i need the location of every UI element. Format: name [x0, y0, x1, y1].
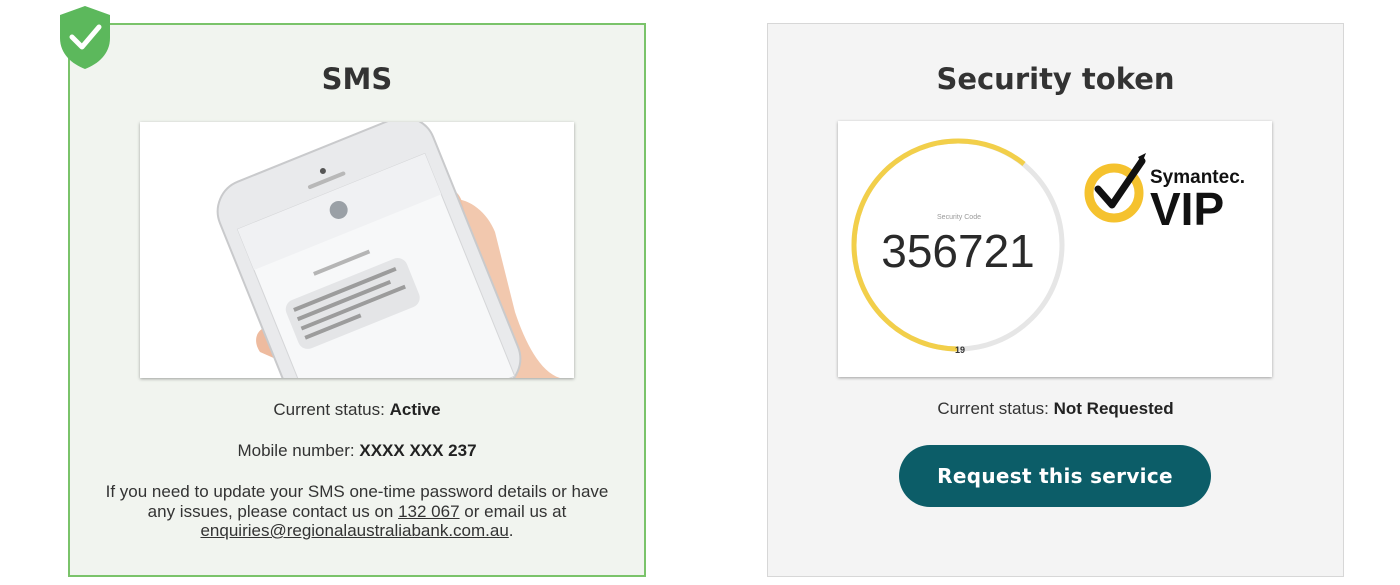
- token-status-label: Current status:: [937, 399, 1049, 418]
- sms-help-suffix: .: [508, 521, 514, 540]
- phone-link[interactable]: 132 067: [398, 502, 459, 521]
- sms-mobile-label: Mobile number:: [237, 441, 355, 460]
- token-illustration: Security Code 356721 19 Symantec. VIP: [838, 121, 1272, 377]
- sms-status-label: Current status:: [273, 400, 385, 419]
- token-code-label: Security Code: [937, 214, 981, 221]
- sms-status-value: Active: [389, 400, 441, 419]
- shield-check-icon: [60, 6, 110, 69]
- email-link[interactable]: enquiries@regionalaustraliabank.com.au: [200, 521, 508, 540]
- sms-title: SMS: [321, 62, 393, 96]
- sms-mobile-value: XXXX XXX 237: [359, 441, 477, 460]
- token-title: Security token: [936, 62, 1175, 96]
- symantec-vip-text: VIP: [1150, 183, 1224, 235]
- sms-mobile-line: Mobile number: XXXX XXX 237: [70, 441, 644, 461]
- sms-help-middle: or email us at: [464, 501, 567, 521]
- sms-card: SMS Current status: Active Mobile number…: [68, 23, 646, 577]
- token-code: 356721: [881, 225, 1035, 277]
- sms-help-text: If you need to update your SMS one-time …: [92, 482, 622, 541]
- token-image: Security Code 356721 19 Symantec. VIP: [838, 121, 1272, 377]
- token-status-value: Not Requested: [1053, 399, 1174, 418]
- security-token-card: Security token Security Code 356721 19 S…: [767, 23, 1344, 577]
- phone-in-hand-illustration: [140, 122, 574, 378]
- token-status-line: Current status: Not Requested: [768, 399, 1343, 419]
- request-service-button[interactable]: Request this service: [899, 445, 1211, 507]
- token-timer: 19: [955, 345, 965, 355]
- sms-phone-image: [140, 122, 574, 378]
- sms-status-line: Current status: Active: [70, 400, 644, 420]
